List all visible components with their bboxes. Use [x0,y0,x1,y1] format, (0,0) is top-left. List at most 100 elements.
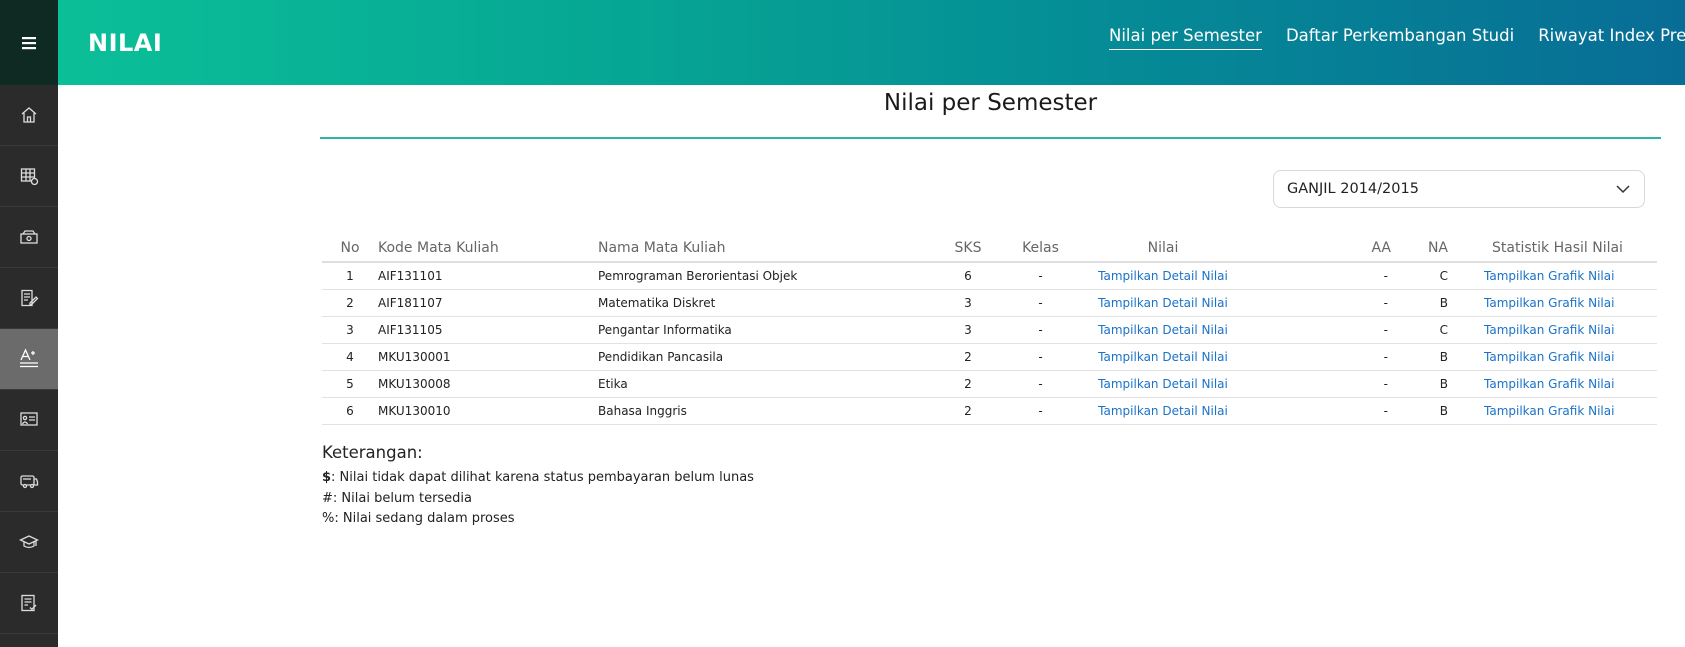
cell-aa: - [1383,376,1388,391]
cell-no: 3 [346,322,354,337]
sidebar-item-schedule[interactable] [0,146,58,207]
cell-nama: Pendidikan Pancasila [598,349,724,364]
table-cell: - [1248,397,1398,425]
cell-na: C [1439,268,1448,283]
table-cell: Tampilkan Grafik Nilai [1458,316,1657,344]
table-cell: 2 [933,370,1003,398]
table-cell: Etika [598,370,933,398]
checklist-icon [21,594,37,612]
sidebar-item-presentation[interactable] [0,390,58,451]
table-cell: Tampilkan Detail Nilai [1078,397,1248,425]
cell-sks: 2 [964,376,972,391]
cell-kelas: - [1038,322,1043,337]
grafik-nilai-link[interactable]: Tampilkan Grafik Nilai [1484,377,1614,391]
cell-na: B [1439,349,1448,364]
table-cell: - [1248,316,1398,344]
grafik-nilai-link[interactable]: Tampilkan Grafik Nilai [1484,350,1614,364]
detail-nilai-link[interactable]: Tampilkan Detail Nilai [1098,404,1228,418]
col-header-kode: Kode Mata Kuliah [378,235,598,263]
note-line: %: Nilai sedang dalam proses [322,509,754,530]
note-text: : Nilai sedang dalam proses [334,511,515,526]
table-cell: - [1248,289,1398,317]
cell-kode: AIF131105 [378,322,443,337]
bus-icon [20,475,39,489]
table-cell: - [1003,343,1078,371]
cell-kode: AIF181107 [378,295,443,310]
note-symbol: # [322,490,333,506]
sidebar-item-graduation[interactable] [0,512,58,573]
table-cell: Tampilkan Grafik Nilai [1458,262,1657,290]
table-cell: - [1003,397,1078,425]
detail-nilai-link[interactable]: Tampilkan Detail Nilai [1098,323,1228,337]
sidebar-item-home[interactable] [0,85,58,146]
cell-sks: 3 [964,322,972,337]
note-symbol: $ [322,470,332,485]
table-cell: Tampilkan Grafik Nilai [1458,397,1657,425]
menu-toggle-button[interactable] [0,0,58,85]
table-cell: 1 [322,262,378,290]
top-header: NILAI Nilai per Semester Daftar Perkemban… [58,0,1685,85]
cell-na: C [1439,322,1448,337]
table-row: 3 AIF131105 Pengantar Informatika 3 - Tampilk… [322,316,1657,344]
table-header-row: No Kode Mata Kuliah Nama Mata Kuliah SKS… [322,235,1657,263]
table-cell: - [1248,262,1398,290]
page-title: Nilai per Semester [883,90,1098,116]
table-cell: Pengantar Informatika [598,316,933,344]
table-row: 5 MKU130008 Etika 2 - Tampilkan Detail Nilai -… [322,370,1657,398]
cell-sks: 2 [964,349,972,364]
table-cell: C [1398,262,1458,290]
cell-no: 6 [346,403,354,418]
table-cell: Tampilkan Detail Nilai [1078,262,1248,290]
table-cell: 2 [322,289,378,317]
top-nav: Nilai per Semester Daftar Perkembangan St… [1109,26,1685,50]
semester-select[interactable]: GANJIL 2014/2015 [1273,170,1645,208]
cell-sks: 2 [964,403,972,418]
detail-nilai-link[interactable]: Tampilkan Detail Nilai [1098,296,1228,310]
detail-nilai-link[interactable]: Tampilkan Detail Nilai [1098,269,1228,283]
sidebar-item-edit[interactable] [0,268,58,329]
table-cell: Matematika Diskret [598,289,933,317]
table-row: 2 AIF181107 Matematika Diskret 3 - Tampilkan … [322,289,1657,317]
table-row: 6 MKU130010 Bahasa Inggris 2 - Tampilkan Deta… [322,397,1657,425]
note-symbol: % [322,511,335,526]
cell-kelas: - [1038,295,1043,310]
table-cell: MKU130008 [378,370,598,398]
cell-sks: 3 [964,295,972,310]
cell-kode: MKU130001 [378,349,451,364]
cell-aa: - [1383,322,1388,337]
table-cell: B [1398,397,1458,425]
edit-document-icon [21,289,39,307]
table-cell: 3 [322,316,378,344]
col-header-nilai: Nilai [1078,235,1248,263]
grafik-nilai-link[interactable]: Tampilkan Grafik Nilai [1484,323,1614,337]
table-cell: Tampilkan Detail Nilai [1078,289,1248,317]
detail-nilai-link[interactable]: Tampilkan Detail Nilai [1098,350,1228,364]
cell-no: 5 [346,376,354,391]
presentation-icon [20,412,38,426]
sidebar-item-checklist[interactable] [0,573,58,634]
table-cell: Tampilkan Grafik Nilai [1458,289,1657,317]
cell-no: 4 [346,349,354,364]
table-cell: - [1003,289,1078,317]
sidebar-item-transport[interactable] [0,451,58,512]
nav-riwayat-index-prestasi[interactable]: Riwayat Index Prest [1538,26,1685,49]
table-cell: AIF131101 [378,262,598,290]
grafik-nilai-link[interactable]: Tampilkan Grafik Nilai [1484,269,1614,283]
notes-section: Keterangan: $: Nilai tidak dapat dilihat… [322,443,754,530]
table-cell: Pendidikan Pancasila [598,343,933,371]
grafik-nilai-link[interactable]: Tampilkan Grafik Nilai [1484,404,1614,418]
table-cell: 6 [322,397,378,425]
nav-daftar-perkembangan-studi[interactable]: Daftar Perkembangan Studi [1286,26,1514,49]
table-row: 1 AIF131101 Pemrograman Berorientasi Objek… [322,262,1657,290]
nav-nilai-per-semester[interactable]: Nilai per Semester [1109,26,1262,50]
sidebar-item-payment[interactable] [0,207,58,268]
notes-heading: Keterangan: [322,443,423,462]
table-cell: - [1248,343,1398,371]
detail-nilai-link[interactable]: Tampilkan Detail Nilai [1098,377,1228,391]
cell-kelas: - [1038,376,1043,391]
sidebar-item-grades[interactable] [0,329,58,390]
table-cell: Bahasa Inggris [598,397,933,425]
sidebar [0,0,58,647]
col-header-statistik: Statistik Hasil Nilai [1458,235,1657,263]
grafik-nilai-link[interactable]: Tampilkan Grafik Nilai [1484,296,1614,310]
